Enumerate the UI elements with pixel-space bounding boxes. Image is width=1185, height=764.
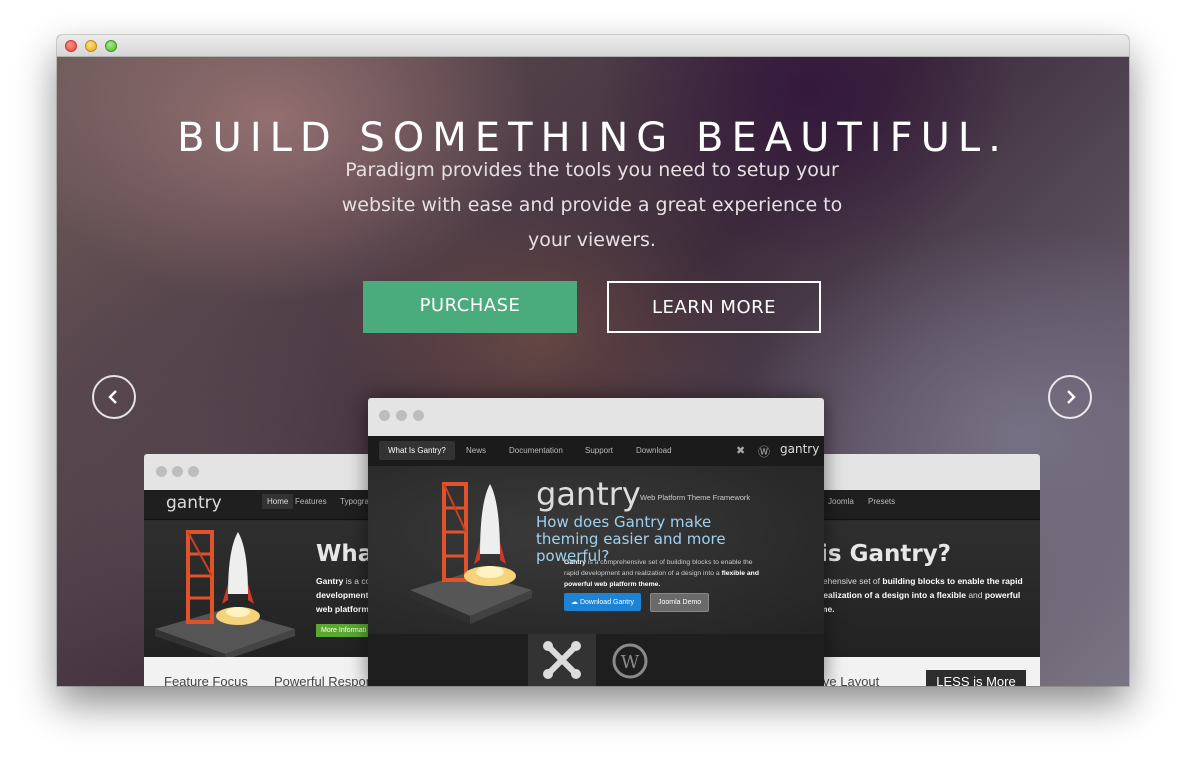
mock-heading: is Gantry? [820,541,952,567]
mock-dot [172,466,183,477]
mock-nav-item: What Is Gantry? [379,441,455,460]
hero-section: BUILD SOMETHING BEAUTIFUL. Paradigm prov… [57,57,1129,686]
rocket-launchpad-illustration [155,530,295,660]
learn-more-button[interactable]: LEARN MORE [607,281,821,333]
mock-footer-text: ive Layout [820,674,880,686]
minimize-window-button[interactable] [85,40,97,52]
mock-dot [188,466,199,477]
mock-nav-item: Joomla [828,497,854,506]
close-window-button[interactable] [65,40,77,52]
carousel-slide-main: What Is Gantry? News Documentation Suppo… [368,398,824,686]
purchase-button[interactable]: PURCHASE [363,281,577,333]
mock-paragraph: Gantry is a comprehensive set of buildin… [564,559,759,588]
mock-nav-item: Support [585,446,614,455]
mock-footer-text: Powerful Respon [274,674,373,686]
carousel-next-button[interactable] [1048,375,1092,419]
mock-logo: gantry [166,493,222,513]
cloud-download-icon: ☁ [571,599,580,606]
mock-nav-item: Download [636,446,672,455]
joomla-demo-button: Joomla Demo [650,593,710,612]
mock-nav-item: Documentation [509,446,563,455]
mock-titlebar [368,398,824,436]
wordpress-tab: W [596,634,664,686]
chevron-right-icon [1067,390,1076,404]
joomla-icon [543,641,581,679]
mock-logo: gantry [536,475,641,513]
mock-brand: gantry [780,442,820,456]
wordpress-icon: Ⓦ [758,445,771,459]
mock-nav-item: News [466,446,487,455]
mock-dot [156,466,167,477]
chevron-left-icon [108,390,117,404]
mock-footer-text: Feature Focus [164,674,248,686]
window-titlebar [57,35,1129,57]
svg-text:W: W [621,652,640,673]
download-gantry-button: ☁ Download Gantry [564,593,642,611]
joomla-tab [528,634,596,686]
mock-nav-item: Presets [868,497,896,506]
mock-tagline: Web Platform Theme Framework [640,493,751,502]
mock-dot [413,410,424,421]
less-is-more-button: LESS is More [926,670,1026,686]
mock-nav-item: Home [262,494,294,509]
wordpress-icon: W [612,643,648,679]
mock-nav-item: Features [295,497,327,506]
maximize-window-button[interactable] [105,40,117,52]
carousel-prev-button[interactable] [92,375,136,419]
browser-window: BUILD SOMETHING BEAUTIFUL. Paradigm prov… [57,35,1129,686]
rocket-launchpad-illustration [410,482,532,624]
mock-dot [379,410,390,421]
more-information-button: More Informati [316,624,372,637]
hero-subtext: Paradigm provides the tools you need to … [341,159,843,251]
mock-dot [396,410,407,421]
joomla-icon: ✖ [736,445,746,457]
mock-paragraph: rehensive set of building blocks to enab… [820,576,1023,614]
mock-heading: Wha [316,541,374,567]
